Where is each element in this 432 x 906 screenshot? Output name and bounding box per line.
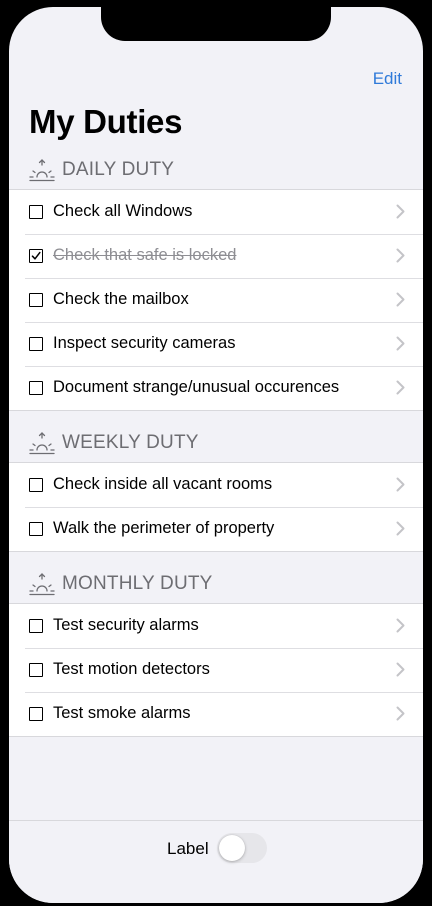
checkbox[interactable] xyxy=(29,619,43,633)
checkbox[interactable] xyxy=(29,478,43,492)
list-item[interactable]: Check that safe is locked xyxy=(9,234,423,278)
checkbox[interactable] xyxy=(29,707,43,721)
list-item-label: Check inside all vacant rooms xyxy=(53,475,273,493)
duty-list: Check inside all vacant rooms Walk the p… xyxy=(9,462,423,552)
section-header-label: DAILY DUTY xyxy=(62,159,175,180)
section-weekly-duty: WEEKLY DUTY Check inside all vacant room… xyxy=(9,428,423,552)
edit-button[interactable]: Edit xyxy=(373,69,402,89)
chevron-right-icon xyxy=(396,706,405,721)
chevron-right-icon xyxy=(396,292,405,307)
list-item[interactable]: Walk the perimeter of property xyxy=(9,507,423,551)
chevron-right-icon xyxy=(396,477,405,492)
list-item[interactable]: Test security alarms xyxy=(9,604,423,648)
toggle-label: Label xyxy=(167,839,209,858)
page-title: My Duties xyxy=(29,103,183,140)
checkbox[interactable] xyxy=(29,293,43,307)
checkbox[interactable] xyxy=(29,205,43,219)
checkbox[interactable] xyxy=(29,337,43,351)
duty-list: Test security alarms Test motion detecto… xyxy=(9,603,423,737)
chevron-right-icon xyxy=(396,248,405,263)
toggle-knob[interactable] xyxy=(219,835,245,861)
sunrise-icon xyxy=(29,432,55,455)
section-header: WEEKLY DUTY xyxy=(9,428,423,462)
device-notch xyxy=(101,7,331,41)
list-item[interactable]: Check the mailbox xyxy=(9,278,423,322)
section-header: DAILY DUTY xyxy=(9,155,423,189)
section-monthly-duty: MONTHLY DUTY Test security alarms Test m… xyxy=(9,569,423,737)
checkbox[interactable] xyxy=(29,522,43,536)
list-item-label: Test security alarms xyxy=(53,616,199,634)
list-item[interactable]: Test motion detectors xyxy=(9,648,423,692)
checkbox[interactable] xyxy=(29,381,43,395)
chevron-right-icon xyxy=(396,521,405,536)
list-item[interactable]: Test smoke alarms xyxy=(9,692,423,736)
section-header: MONTHLY DUTY xyxy=(9,569,423,603)
device-frame: Edit My Duties DAILY DUTY Check all Wind… xyxy=(0,0,432,906)
chevron-right-icon xyxy=(396,336,405,351)
sunrise-icon xyxy=(29,159,55,182)
list-item-label: Check all Windows xyxy=(53,202,193,220)
chevron-right-icon xyxy=(396,662,405,677)
section-daily-duty: DAILY DUTY Check all Windows Check that … xyxy=(9,155,423,411)
list-item[interactable]: Check inside all vacant rooms xyxy=(9,463,423,507)
list-item-label: Walk the perimeter of property xyxy=(53,519,275,537)
duty-list: Check all Windows Check that safe is loc… xyxy=(9,189,423,411)
checkbox-checked[interactable] xyxy=(29,249,43,263)
checkbox[interactable] xyxy=(29,663,43,677)
list-item-label: Check that safe is locked xyxy=(53,246,237,264)
bottom-toolbar: Label xyxy=(9,820,423,903)
list-item-label: Document strange/unusual occurences xyxy=(53,378,340,396)
section-header-label: MONTHLY DUTY xyxy=(62,573,213,594)
list-item[interactable]: Inspect security cameras xyxy=(9,322,423,366)
sunrise-icon xyxy=(29,573,55,596)
checkmark-icon xyxy=(31,251,41,260)
list-item-label: Inspect security cameras xyxy=(53,334,236,352)
app-screen: Edit My Duties DAILY DUTY Check all Wind… xyxy=(9,7,423,903)
section-header-label: WEEKLY DUTY xyxy=(62,432,199,453)
list-item-label: Test smoke alarms xyxy=(53,704,191,722)
list-item-label: Check the mailbox xyxy=(53,290,189,308)
label-toggle-switch[interactable] xyxy=(217,833,267,863)
chevron-right-icon xyxy=(396,380,405,395)
chevron-right-icon xyxy=(396,618,405,633)
list-item[interactable]: Check all Windows xyxy=(9,190,423,234)
chevron-right-icon xyxy=(396,204,405,219)
list-item-label: Test motion detectors xyxy=(53,660,210,678)
list-item[interactable]: Document strange/unusual occurences xyxy=(9,366,423,410)
